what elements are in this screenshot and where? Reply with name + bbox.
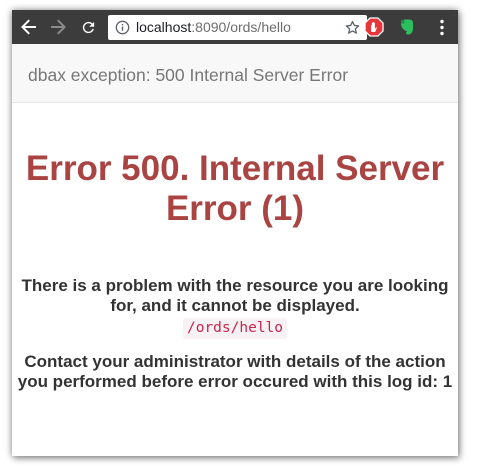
reload-icon	[82, 21, 94, 33]
page-header-title: dbax exception: 500 Internal Server Erro…	[28, 65, 349, 85]
resource-path: /ords/hello	[182, 318, 288, 339]
error-message: There is a problem with the resource you…	[12, 276, 458, 339]
browser-toolbar: localhost:8090/ords/hello	[12, 10, 458, 44]
info-icon[interactable]	[115, 20, 130, 35]
forward-button[interactable]	[48, 17, 68, 37]
url-text[interactable]: localhost:8090/ords/hello	[136, 19, 291, 36]
url-host: localhost	[136, 19, 192, 35]
arrow-left-icon	[21, 19, 36, 35]
evernote-icon[interactable]	[397, 17, 417, 37]
reload-button[interactable]	[78, 17, 98, 37]
contact-message: Contact your administrator with details …	[17, 352, 453, 391]
error-title: Error 500. Internal Server Error (1)	[25, 149, 445, 228]
adblock-stop-icon[interactable]	[364, 17, 384, 37]
error-message-text: There is a problem with the resource you…	[21, 276, 449, 315]
address-bar[interactable]: localhost:8090/ords/hello	[108, 15, 367, 40]
browser-window: localhost:8090/ords/hello dbax exception…	[12, 10, 458, 456]
more-vertical-icon[interactable]	[439, 19, 445, 36]
arrow-right-icon	[51, 19, 66, 35]
star-icon[interactable]	[344, 19, 361, 36]
url-path: :8090/ords/hello	[191, 19, 291, 35]
page-header: dbax exception: 500 Internal Server Erro…	[12, 44, 458, 103]
back-button[interactable]	[19, 17, 39, 37]
